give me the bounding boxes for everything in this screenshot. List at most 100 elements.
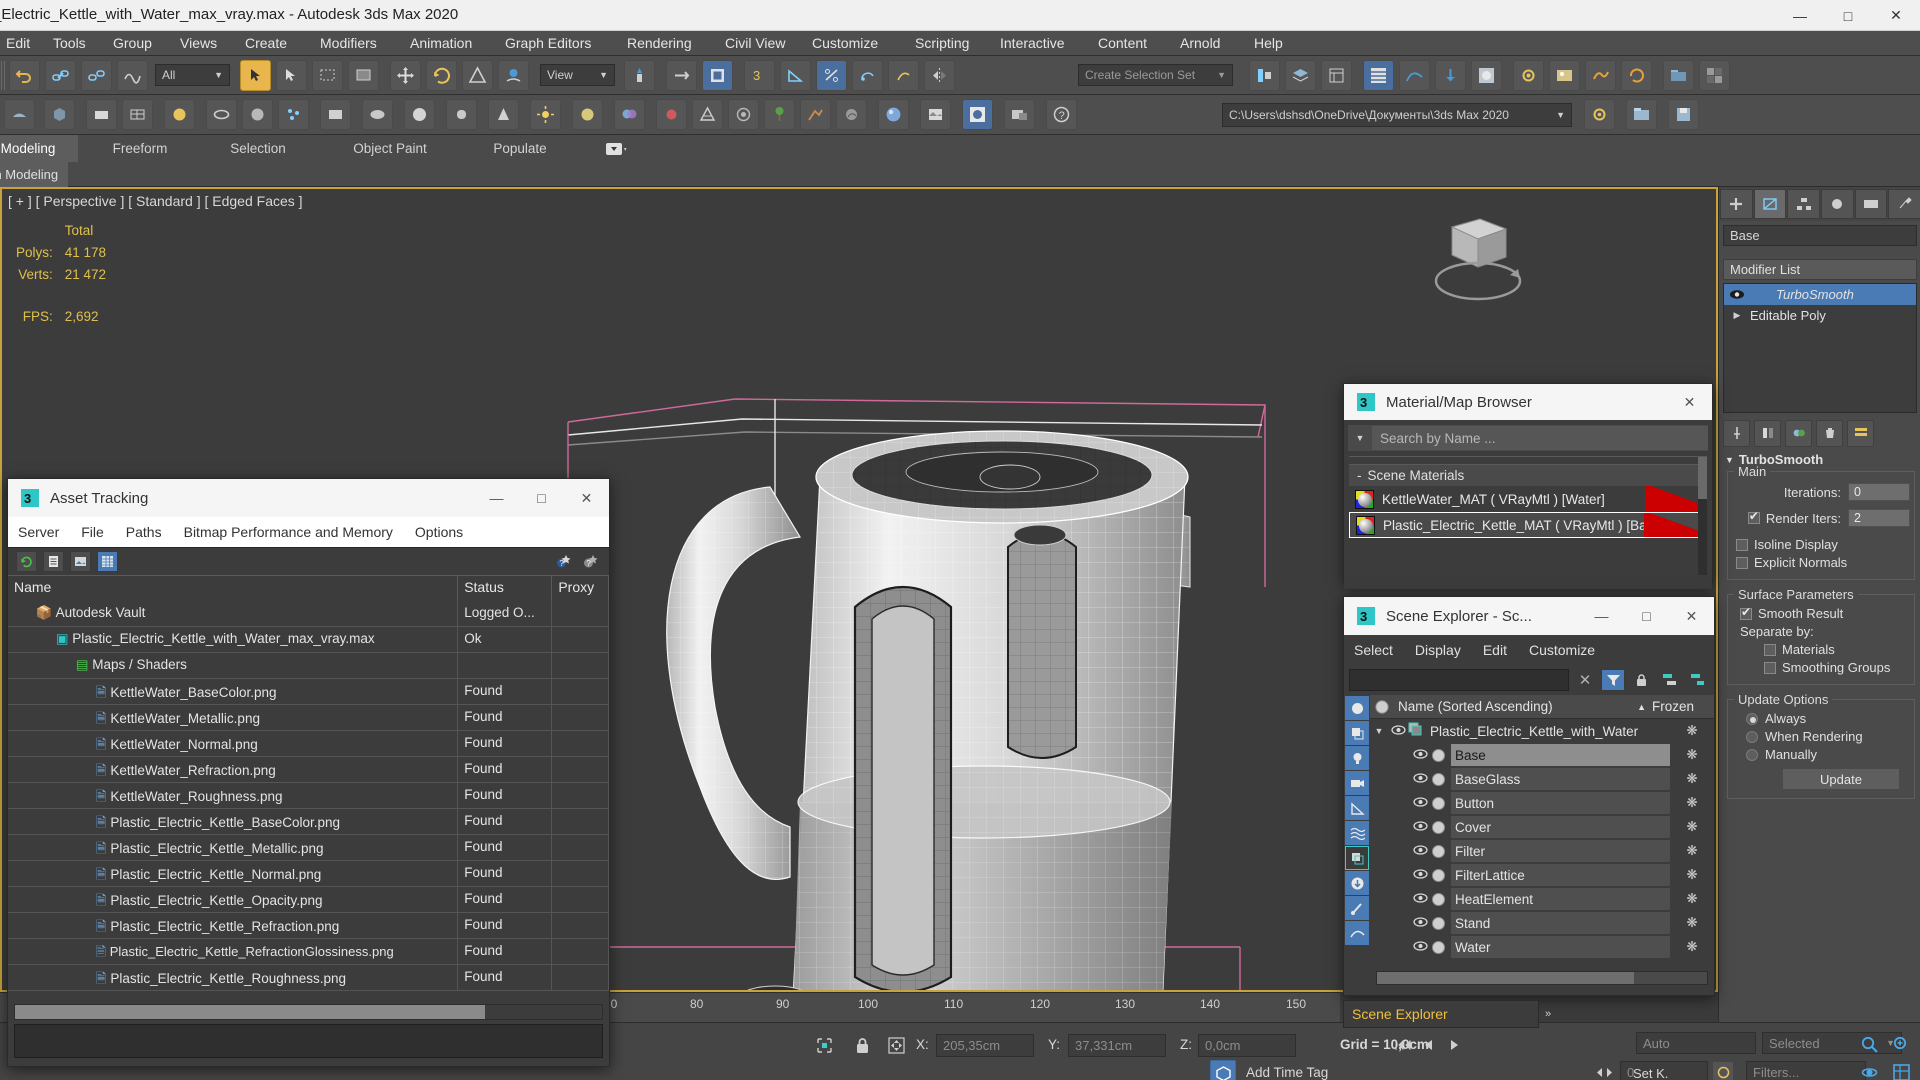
- at-menu-bitmap[interactable]: Bitmap Performance and Memory: [184, 524, 393, 540]
- spinner-snap-toggle-icon[interactable]: [852, 60, 883, 91]
- select-and-place-icon[interactable]: [498, 60, 529, 91]
- select-link-icon[interactable]: [45, 60, 76, 91]
- particle-system-icon[interactable]: [278, 99, 309, 130]
- absolute-relative-transform-icon[interactable]: [885, 1034, 907, 1056]
- tab-motion[interactable]: [1821, 189, 1854, 219]
- selection-filter-dropdown[interactable]: All ▼: [155, 64, 230, 86]
- menu-create[interactable]: Create: [245, 35, 287, 51]
- omni-light-icon[interactable]: [530, 99, 561, 130]
- update-always-radio[interactable]: [1746, 712, 1758, 725]
- isoline-display-checkbox[interactable]: [1736, 538, 1748, 551]
- grid-panel-icon[interactable]: [1699, 60, 1730, 91]
- set-key-label[interactable]: Set K.: [1633, 1066, 1668, 1080]
- scene-explorer-window[interactable]: 3 Scene Explorer - Sc... — □ ✕ Select Di…: [1343, 596, 1715, 996]
- scene-explorer-minimize-icon[interactable]: —: [1579, 597, 1624, 635]
- menu-tools[interactable]: Tools: [53, 35, 86, 51]
- selection-lock-region-icon[interactable]: [812, 1034, 836, 1056]
- scene-explorer-titlebar[interactable]: 3 Scene Explorer - Sc... — □ ✕: [1344, 597, 1714, 635]
- pin-stack-icon[interactable]: [1723, 419, 1750, 447]
- filter-helpers-icon[interactable]: [1345, 796, 1369, 820]
- mirror-icon[interactable]: [924, 60, 955, 91]
- sculpt-icon[interactable]: [836, 99, 867, 130]
- se-menu-display[interactable]: Display: [1415, 642, 1461, 658]
- table-row[interactable]: ▣ Plastic_Electric_Kettle_with_Water_max…: [8, 627, 609, 653]
- asset-table-hscrollbar[interactable]: [14, 1004, 603, 1020]
- ribbon-tab-populate[interactable]: Populate: [470, 135, 570, 162]
- expand-arrow-icon[interactable]: ▶: [1724, 310, 1750, 321]
- list-view-icon[interactable]: [43, 551, 64, 572]
- menu-modifiers[interactable]: Modifiers: [320, 35, 377, 51]
- scene-tree-item-base[interactable]: Base ❋: [1370, 743, 1714, 767]
- delete-modifier-icon[interactable]: [1816, 419, 1843, 447]
- ribbon-tab-selection[interactable]: Selection: [208, 135, 308, 162]
- scene-tree-item-stand[interactable]: Stand ❋: [1370, 911, 1714, 935]
- smoothing-groups-checkbox[interactable]: [1764, 661, 1776, 674]
- filter-icon[interactable]: [1601, 669, 1625, 691]
- render-iters-checkbox[interactable]: [1747, 509, 1760, 524]
- table-row[interactable]: 🗎 KettleWater_Roughness.png Found: [8, 783, 609, 809]
- select-and-scale-icon[interactable]: [462, 60, 493, 91]
- select-object-icon[interactable]: [240, 60, 271, 91]
- frozen-snowflake-icon[interactable]: ❋: [1670, 939, 1714, 955]
- object-color-swatch[interactable]: [1432, 844, 1445, 858]
- table-row[interactable]: 🗎 Plastic_Electric_Kettle_Normal.png Fou…: [8, 861, 609, 887]
- render-production-icon[interactable]: [1585, 60, 1616, 91]
- scene-explorer-close-icon[interactable]: ✕: [1669, 597, 1714, 635]
- table-row[interactable]: 🗎 KettleWater_Metallic.png Found: [8, 705, 609, 731]
- frozen-snowflake-icon[interactable]: ❋: [1670, 747, 1714, 763]
- material-item-kettlewater[interactable]: KettleWater_MAT ( VRayMtl ) [Water]: [1349, 486, 1707, 512]
- object-color-swatch[interactable]: [1432, 892, 1445, 906]
- table-row[interactable]: ▤ Maps / Shaders: [8, 653, 609, 679]
- modifier-eye-icon[interactable]: [1724, 289, 1750, 300]
- column-status[interactable]: Status: [458, 576, 553, 601]
- menu-scripting[interactable]: Scripting: [915, 35, 969, 51]
- material-sphere-icon[interactable]: [878, 99, 909, 130]
- box-shape-icon[interactable]: [320, 99, 351, 130]
- table-row[interactable]: 🗎 Plastic_Electric_Kettle_BaseColor.png …: [8, 809, 609, 835]
- ribbon-tab-freeform[interactable]: Freeform: [92, 135, 188, 162]
- update-button[interactable]: Update: [1782, 768, 1900, 790]
- modifier-stack-item-turbosmooth[interactable]: TurboSmooth: [1724, 284, 1916, 305]
- visibility-eye-icon[interactable]: [1410, 772, 1430, 786]
- header-state-icon[interactable]: [1370, 699, 1394, 715]
- scene-tree-item-filterlattice[interactable]: FilterLattice ❋: [1370, 863, 1714, 887]
- visibility-eye-icon[interactable]: [1410, 844, 1430, 858]
- filter-space-warps-icon[interactable]: [1345, 821, 1369, 845]
- scene-tree-item-filter[interactable]: Filter ❋: [1370, 839, 1714, 863]
- thumbnail-view-icon[interactable]: [70, 551, 91, 572]
- view-cube-icon[interactable]: [1418, 209, 1528, 304]
- menu-animation[interactable]: Animation: [410, 35, 472, 51]
- menu-edit[interactable]: Edit: [6, 35, 30, 51]
- visibility-eye-icon[interactable]: [1410, 940, 1430, 954]
- key-filters-icon[interactable]: [1712, 1061, 1734, 1080]
- snaps-toggle-icon[interactable]: 3: [744, 60, 775, 91]
- visibility-eye-icon[interactable]: [1410, 796, 1430, 810]
- table-row[interactable]: 🗎 Plastic_Electric_Kettle_Refraction.png…: [8, 913, 609, 939]
- select-by-name-icon[interactable]: [276, 60, 307, 91]
- table-row[interactable]: 🗎 Plastic_Electric_Kettle_Roughness.png …: [8, 965, 609, 991]
- tab-create[interactable]: [1720, 189, 1753, 219]
- scene-explorer-tab-overflow-icon[interactable]: »: [1540, 1000, 1556, 1028]
- object-color-swatch[interactable]: [1432, 916, 1445, 930]
- stepper-prev-icon[interactable]: [1592, 1061, 1616, 1080]
- table-row[interactable]: 🗎 KettleWater_BaseColor.png Found: [8, 679, 609, 705]
- iterations-field[interactable]: 0: [1848, 483, 1910, 501]
- asset-tracking-titlebar[interactable]: 3 Asset Tracking — □ ✕: [8, 479, 609, 517]
- object-color-swatch[interactable]: [1432, 796, 1445, 810]
- asset-tracking-minimize-icon[interactable]: —: [474, 479, 519, 517]
- se-menu-customize[interactable]: Customize: [1529, 642, 1595, 658]
- save-file-icon[interactable]: [1668, 99, 1699, 130]
- percent-snap-toggle-icon[interactable]: [816, 60, 847, 91]
- close-button[interactable]: ✕: [1872, 0, 1920, 31]
- filter-xrefs-icon[interactable]: [1345, 871, 1369, 895]
- foliage-icon[interactable]: [764, 99, 795, 130]
- se-menu-edit[interactable]: Edit: [1483, 642, 1507, 658]
- tab-display[interactable]: [1854, 189, 1888, 219]
- paint-deform-icon[interactable]: [800, 99, 831, 130]
- space-warps-icon[interactable]: [728, 99, 759, 130]
- se-menu-select[interactable]: Select: [1354, 642, 1393, 658]
- expand-collapse-icon[interactable]: ▼: [1370, 726, 1388, 736]
- scene-explorer-search-input[interactable]: [1349, 669, 1569, 691]
- add-time-tag-icon[interactable]: [1210, 1060, 1236, 1080]
- scene-materials-group[interactable]: - Scene Materials: [1349, 465, 1707, 486]
